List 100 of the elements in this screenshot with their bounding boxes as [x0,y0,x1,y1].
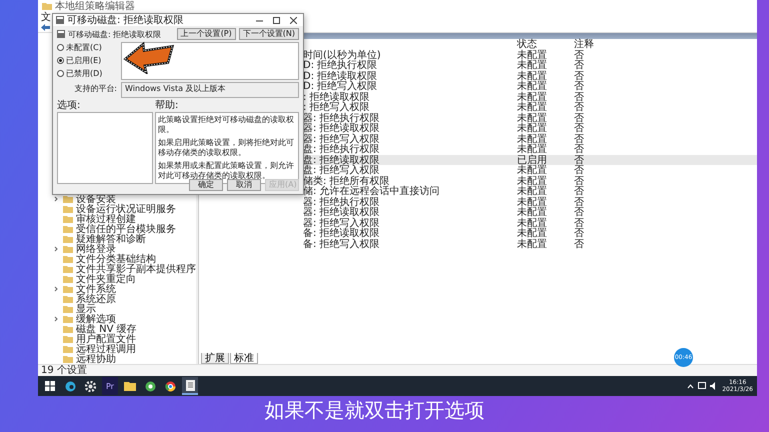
table-row[interactable]: 备: 拒绝写入权限 未配置 否 [199,238,757,249]
close-icon[interactable] [290,16,297,24]
dialog-button[interactable]: 取消 [227,179,261,191]
tree-item[interactable]: 受信任的平台模块服务 [76,224,176,234]
chevron-icon[interactable] [52,195,60,203]
browser-icon [64,380,76,392]
table-cell-text: 否 [574,144,585,155]
chevron-up-icon[interactable] [687,384,694,388]
tree-item[interactable]: 文件共享影子副本提供程序 [76,264,196,274]
column-header[interactable]: 状态 [517,39,574,50]
table-cell-text: 备: 拒绝写入权限 [303,238,381,250]
chevron-icon[interactable] [52,285,60,293]
table-cell-text: 储类: 拒绝所有权限 [303,176,390,186]
table-cell-text: 未配置 [517,92,548,102]
table-cell-text: 未配置 [517,123,548,134]
table-cell-text: 否 [574,238,585,250]
table-cell-text: 未配置 [517,60,548,71]
table-cell-text: D: 拒绝执行权限 [303,60,378,71]
view-tab[interactable]: 标准 [230,353,258,364]
radio-button[interactable] [57,44,64,51]
table-cell-text: 否 [574,123,585,134]
nav-button[interactable]: 下一个设置(N) [238,28,299,40]
radio-button[interactable] [57,70,64,77]
tree-item[interactable]: 缓解选项 [76,314,116,324]
table-cell-text: 未配置 [517,207,548,218]
table-cell-text: 器: 拒绝写入权限 [303,218,381,228]
radio-option[interactable]: 未配置(C) [57,42,117,53]
tree-item[interactable]: 显示 [76,304,96,314]
table-cell-text: 器: 拒绝写入权限 [303,134,381,144]
nav-button[interactable]: 上一个设置(P) [176,28,236,40]
start-icon [45,381,55,391]
tree-item[interactable]: 审核过程创建 [76,214,136,224]
table-cell-text: 未配置 [517,218,548,228]
table-row[interactable]: 器: 拒绝执行权限 未配置 否 [199,196,757,207]
tree-item[interactable]: 磁盘 NV 缓存 [76,324,137,334]
chevron-icon[interactable] [52,245,60,253]
table-row[interactable]: 器: 拒绝读取权限 未配置 否 [199,207,757,218]
tree-item[interactable]: 系统还原 [76,294,116,304]
tree-item[interactable]: 网络登录 [76,244,116,254]
dialog-title: 可移动磁盘: 拒绝读取权限 [67,14,184,26]
app-button[interactable]: Pr [102,377,118,395]
table-cell-text: 否 [574,196,585,208]
table-cell-text: 备: 拒绝读取权限 [303,228,381,239]
maximize-icon[interactable] [273,16,280,24]
table-row[interactable]: 器: 拒绝写入权限 未配置 否 [199,218,757,228]
back-icon[interactable] [41,24,50,31]
radio-button[interactable] [57,57,64,64]
table-cell-text: 否 [574,186,585,197]
status-text: 19 个设置 [41,365,87,376]
tree-item[interactable]: 设备运行状况证明服务 [76,204,176,214]
field-label: 支持的平台: [73,83,117,95]
table-cell-text: 未配置 [517,144,548,155]
column-header[interactable]: 注释 [574,39,614,50]
help-text: 此策略设置拒绝对可移动磁盘的读取权限。 [158,115,295,135]
browser-icon [164,380,176,392]
table-cell-text: 否 [574,228,585,239]
table-cell-text: 未配置 [517,196,548,208]
table-cell-text: 否 [574,102,585,113]
taskbar-button[interactable] [182,377,198,395]
section-label: 选项: [57,100,82,111]
tree-item[interactable]: 远程协助 [76,354,116,364]
policy-icon [57,30,65,38]
document-icon [186,380,194,390]
table-cell-text: : 拒绝写入权限 [303,102,370,113]
table-cell-text: 未配置 [517,81,548,92]
setting-heading: 可移动磁盘: 拒绝读取权限 [68,28,162,40]
table-cell-text: 否 [574,218,585,228]
radio-option[interactable]: 已启用(E) [57,55,117,66]
table-cell-text: 未配置 [517,186,548,197]
tree-item[interactable]: 远程过程调用 [76,344,136,354]
view-tab[interactable]: 扩展 [201,353,229,364]
table-cell-text: 器: 拒绝读取权限 [303,123,381,134]
table-cell-text: 否 [574,176,585,186]
table-cell-text: 否 [574,70,585,82]
chevron-icon[interactable] [52,315,60,323]
tree-item[interactable]: 疑难解答和诊断 [76,234,146,244]
network-icon[interactable] [698,382,706,390]
tree-item[interactable]: 文件夹重定向 [76,274,136,284]
table-cell-text: 否 [574,92,585,102]
folder-icon [42,2,52,10]
table-cell-text: 否 [574,60,585,71]
table-cell-text: 未配置 [517,134,548,144]
window-title: 本地组策略编辑器 [55,0,135,12]
menu-item[interactable]: 文 [41,12,51,23]
tree-item[interactable]: 文件分类基础结构 [76,254,156,264]
table-cell-text: D: 拒绝写入权限 [303,81,378,92]
tree-item[interactable]: 用户配置文件 [76,334,136,344]
radio-option[interactable]: 已禁用(D) [57,68,117,79]
table-cell-text: 储: 允许在远程会话中直接访问 [303,186,441,197]
table-cell-text: 未配置 [517,102,548,113]
tree-item[interactable]: 文件系统 [76,284,116,294]
table-cell-text: 未配置 [517,228,548,239]
dialog-button[interactable]: 确定 [189,179,223,191]
table-cell-text: 否 [574,50,585,60]
table-cell-text: 否 [574,207,585,218]
table-cell-text: 器: 拒绝读取权限 [303,207,381,218]
table-cell-text: 未配置 [517,70,548,82]
table-row[interactable]: 备: 拒绝读取权限 未配置 否 [199,228,757,238]
table-cell-text: D: 拒绝读取权限 [303,70,378,82]
table-cell-text: 否 [574,165,585,176]
